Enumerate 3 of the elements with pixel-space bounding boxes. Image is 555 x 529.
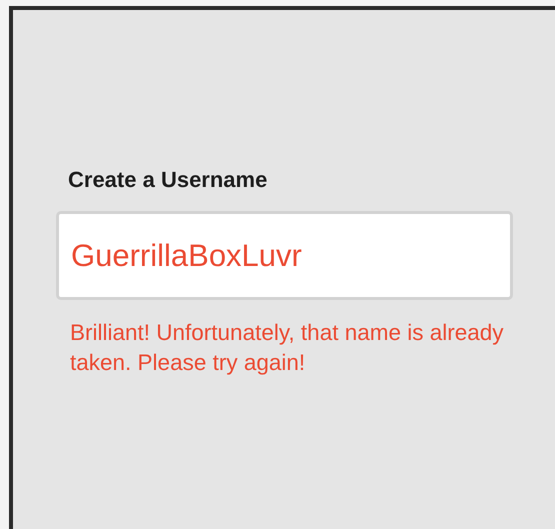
field-label: Create a Username	[68, 166, 268, 194]
username-field[interactable]: GuerrillaBoxLuvr	[56, 211, 513, 300]
error-message: Brilliant! Unfortunately, that name is already taken. Please try again!	[70, 319, 505, 377]
